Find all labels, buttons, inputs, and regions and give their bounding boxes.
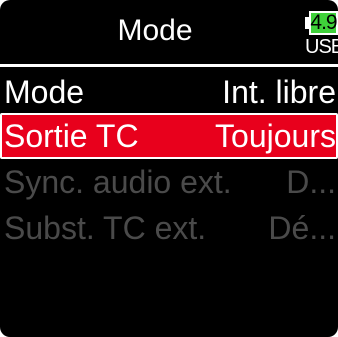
menu-item-ext-tc-substitution: Subst. TC ext. Dé... (0, 205, 338, 251)
menu-item-label: Sortie TC (4, 118, 139, 154)
menu-item-label: Mode (4, 74, 85, 110)
battery-indicator: 4.9 USB (305, 6, 338, 60)
menu-item-value: Dé... (268, 210, 336, 246)
menu-item-mode[interactable]: Mode Int. libre (0, 69, 338, 115)
page-title: Mode (117, 14, 193, 47)
title-bar: Mode 4.9 USB (0, 0, 338, 64)
header-divider (0, 64, 338, 67)
menu-item-value: Toujours (215, 118, 336, 154)
menu-item-tc-output[interactable]: Sortie TC Toujours (0, 113, 338, 159)
battery-voltage: 4.9 (310, 11, 337, 34)
power-source-label: USB (305, 36, 338, 58)
menu-item-label: Sync. audio ext. (4, 164, 232, 200)
menu-item-label: Subst. TC ext. (4, 210, 207, 246)
device-screen: Mode 4.9 USB Mode Int. libre Sortie TC T… (0, 0, 338, 337)
menu-item-value: D... (286, 164, 336, 200)
menu-item-value: Int. libre (222, 74, 336, 110)
menu-item-ext-audio-sync: Sync. audio ext. D... (0, 159, 338, 205)
